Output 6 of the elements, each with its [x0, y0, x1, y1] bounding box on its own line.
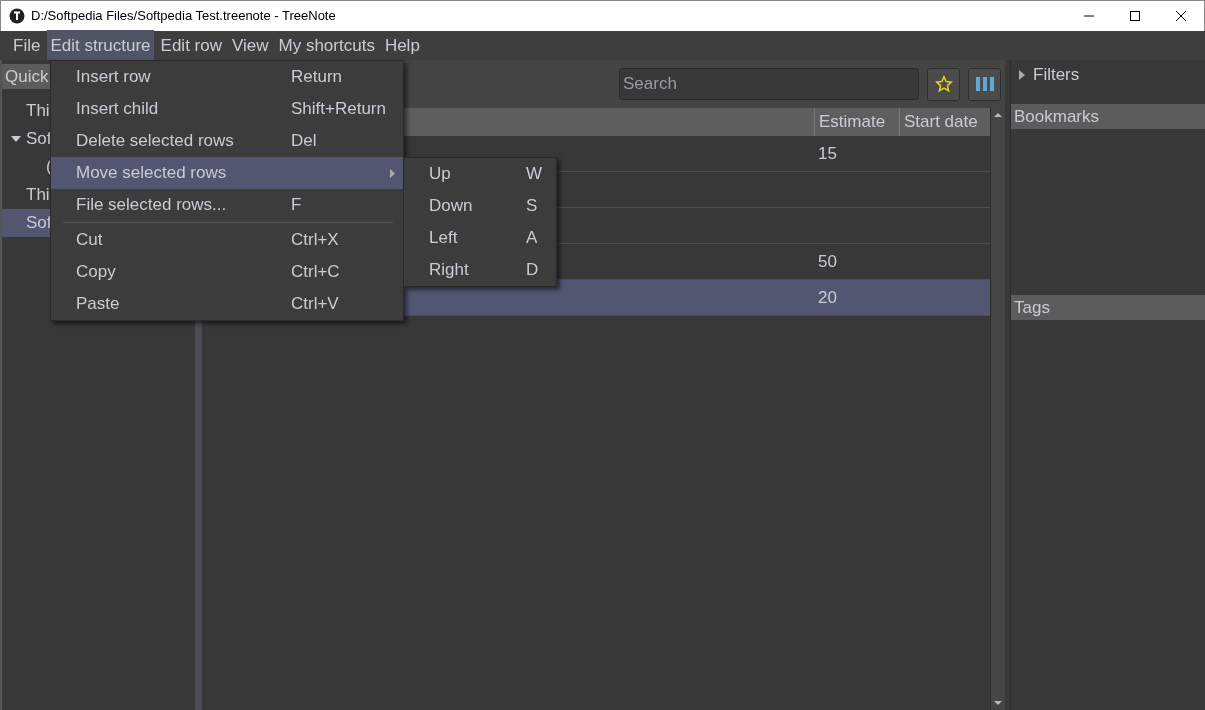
table-cell: 20	[818, 288, 837, 307]
panel-header: Bookmarks	[1011, 104, 1205, 129]
table-cell: 50	[818, 252, 837, 271]
panel-header: Tags	[1011, 295, 1205, 320]
window-title: D:/Softpedia Files/Softpedia Test.treenote - TreeNote	[31, 7, 337, 26]
table-cell: 15	[818, 144, 837, 163]
